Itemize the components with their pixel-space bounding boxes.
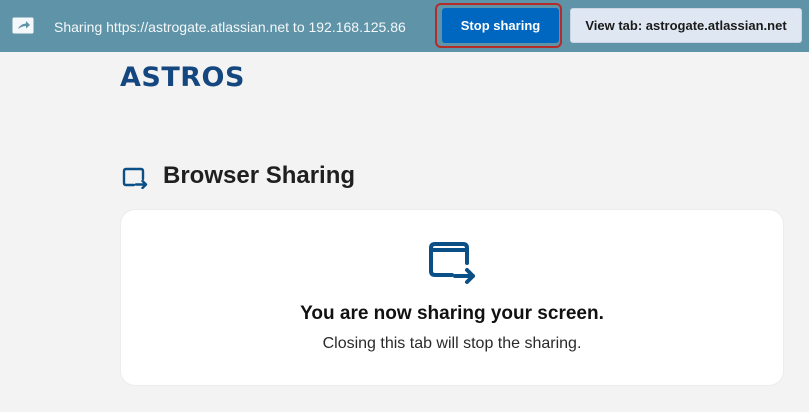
- section-title: Browser Sharing: [163, 162, 356, 189]
- sharing-status-card: You are now sharing your screen. Closing…: [121, 210, 783, 385]
- sharing-heading: You are now sharing your screen.: [300, 303, 604, 324]
- stop-sharing-button[interactable]: Stop sharing: [442, 8, 559, 43]
- browser-share-icon: [122, 167, 148, 190]
- screen-share-icon: [12, 17, 34, 34]
- sharing-bar: Sharing https://astrogate.atlassian.net …: [0, 0, 809, 52]
- view-tab-button[interactable]: View tab: astrogate.atlassian.net: [570, 8, 802, 43]
- browser-share-icon: [428, 241, 476, 287]
- sharing-subtext: Closing this tab will stop the sharing.: [322, 335, 582, 352]
- astros-logo: ASTROS: [120, 62, 245, 93]
- sharing-status-text: Sharing https://astrogate.atlassian.net …: [54, 19, 406, 35]
